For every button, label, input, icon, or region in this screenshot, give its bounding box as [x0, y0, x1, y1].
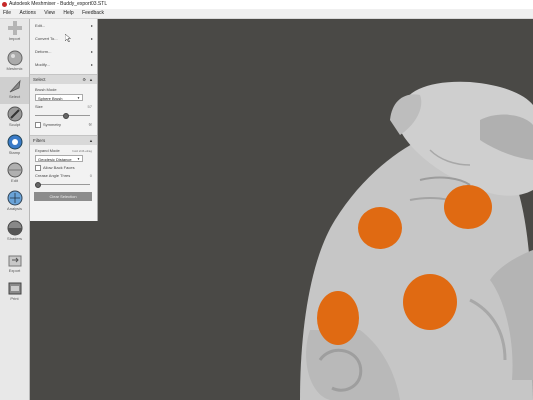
- mouse-cursor-icon: [65, 34, 71, 42]
- selection-patch: [358, 207, 402, 249]
- select-arrow-icon: [9, 79, 21, 93]
- selection-patch: [317, 291, 359, 345]
- tool-bar: Import Meshmix Select Sculpt Stamp Edit …: [0, 19, 30, 400]
- chevron-right-icon: ▸: [90, 62, 93, 67]
- menu-feedback[interactable]: Feedback: [82, 9, 104, 18]
- export-icon: [8, 255, 21, 267]
- window-title: Autodesk Meshmixer - Buddy_export03.STL: [9, 1, 108, 7]
- size-value: 57: [87, 104, 92, 109]
- sculpt-brush-icon: [7, 106, 22, 122]
- symmetry-checkbox[interactable]: [35, 121, 41, 128]
- tool-sculpt[interactable]: Sculpt: [0, 105, 29, 132]
- viewport[interactable]: [98, 19, 533, 400]
- chevron-right-icon: ▸: [90, 23, 93, 28]
- chevron-down-icon: ▼: [77, 96, 80, 100]
- size-slider[interactable]: [35, 113, 90, 119]
- menu-item-edit-label: Edit...: [35, 23, 46, 28]
- collapse-icon[interactable]: ▲: [89, 136, 93, 145]
- analysis-sphere-icon: [7, 190, 22, 206]
- menu-item-convert-to[interactable]: Convert To... ▸: [30, 32, 97, 45]
- tool-meshmix[interactable]: Meshmix: [0, 49, 29, 76]
- tool-meshmix-label: Meshmix: [6, 66, 23, 71]
- tool-stamp-label: Stamp: [8, 150, 21, 155]
- tool-shaders[interactable]: Shaders: [0, 219, 29, 246]
- stamp-icon: [7, 134, 22, 150]
- menu-file[interactable]: File: [3, 9, 11, 18]
- plus-icon: [7, 21, 22, 35]
- menu-item-deform[interactable]: Deform... ▸: [30, 45, 97, 58]
- tool-sculpt-label: Sculpt: [8, 122, 21, 127]
- print-icon: [8, 282, 21, 295]
- tool-import-label: Import: [8, 36, 21, 41]
- menu-bar: File Actions View Help Feedback: [0, 9, 533, 19]
- expand-mode-value: Geodesic Distance: [38, 157, 72, 162]
- chevron-right-icon: ▸: [90, 49, 93, 54]
- expand-mode-select[interactable]: Geodesic Distance ▼: [35, 155, 83, 162]
- allow-back-faces-checkbox[interactable]: [35, 164, 41, 171]
- menu-help[interactable]: Help: [63, 9, 73, 18]
- brush-mode-label: Brush Mode: [35, 87, 57, 92]
- menu-item-deform-label: Deform...: [35, 49, 52, 54]
- tool-stamp[interactable]: Stamp: [0, 133, 29, 160]
- allow-back-faces-label: Allow Back Faces: [43, 165, 75, 170]
- menu-actions[interactable]: Actions: [19, 9, 35, 18]
- chevron-down-icon: ▼: [77, 157, 80, 161]
- crease-angle-value: 0: [89, 173, 92, 178]
- symmetry-settings-icon[interactable]: ⚒: [88, 121, 92, 129]
- crease-angle-slider[interactable]: [35, 182, 90, 188]
- clear-selection-button[interactable]: Clear Selection: [34, 192, 92, 201]
- brush-mode-select[interactable]: Sphere Brush ▼: [35, 94, 83, 101]
- gear-icon[interactable]: ⚙: [82, 75, 86, 84]
- select-section-title: Select: [33, 77, 46, 82]
- collapse-icon[interactable]: ▲: [89, 75, 93, 84]
- brush-mode-row: Brush Mode: [30, 86, 97, 94]
- tool-analysis[interactable]: Analysis: [0, 189, 29, 216]
- tool-edit-label: Edit: [11, 178, 18, 183]
- tool-print-label: Print: [10, 296, 19, 301]
- menu-item-convert-to-label: Convert To...: [35, 36, 58, 41]
- expand-mode-hint: hold shift+drag: [72, 149, 92, 153]
- allow-back-faces-row[interactable]: Allow Back Faces: [30, 164, 97, 172]
- size-row: Size 57: [30, 103, 97, 111]
- edit-sphere-icon: [7, 162, 22, 178]
- tool-panel: Edit... ▸ Convert To... ▸ Deform... ▸ Modif…: [30, 19, 98, 221]
- app-logo-icon: [2, 2, 7, 7]
- tool-analysis-label: Analysis: [7, 206, 22, 211]
- tool-select-label: Select: [8, 94, 21, 99]
- tool-shaders-label: Shaders: [7, 236, 22, 241]
- filters-section-title: Filters: [33, 138, 46, 143]
- tool-import[interactable]: Import: [0, 19, 29, 46]
- tool-select[interactable]: Select: [0, 77, 29, 104]
- select-section-header[interactable]: Select ⚙ ▲: [30, 74, 97, 84]
- crease-angle-slider-track: [35, 184, 90, 185]
- brush-mode-value: Sphere Brush: [38, 96, 63, 101]
- size-slider-thumb[interactable]: [63, 113, 69, 119]
- meshmix-sphere-icon: [7, 50, 22, 66]
- crease-angle-label: Crease Angle Thres: [35, 173, 71, 178]
- selection-patch: [444, 185, 492, 229]
- tool-print[interactable]: Print: [0, 279, 29, 306]
- selection-patch: [403, 274, 457, 330]
- chevron-right-icon: ▸: [90, 36, 93, 41]
- filters-section-header[interactable]: Filters ▲: [30, 135, 97, 145]
- tool-edit[interactable]: Edit: [0, 161, 29, 188]
- symmetry-row[interactable]: Symmetry ⚒: [30, 121, 97, 129]
- shaders-sphere-icon: [7, 220, 22, 236]
- tool-export[interactable]: Export: [0, 251, 29, 278]
- tool-export-label: Export: [8, 268, 21, 273]
- menu-item-modify-label: Modify...: [35, 62, 50, 67]
- expand-mode-label: Expand Mode: [35, 148, 60, 153]
- crease-angle-row: Crease Angle Thres 0: [30, 172, 97, 180]
- symmetry-label: Symmetry: [43, 122, 61, 127]
- menu-view[interactable]: View: [44, 9, 55, 18]
- crease-angle-slider-thumb[interactable]: [35, 182, 41, 188]
- menu-item-edit[interactable]: Edit... ▸: [30, 19, 97, 32]
- menu-item-modify[interactable]: Modify... ▸: [30, 58, 97, 71]
- size-label: Size: [35, 104, 43, 109]
- expand-mode-row: Expand Mode hold shift+drag: [30, 147, 97, 155]
- title-bar: Autodesk Meshmixer - Buddy_export03.STL: [0, 0, 533, 9]
